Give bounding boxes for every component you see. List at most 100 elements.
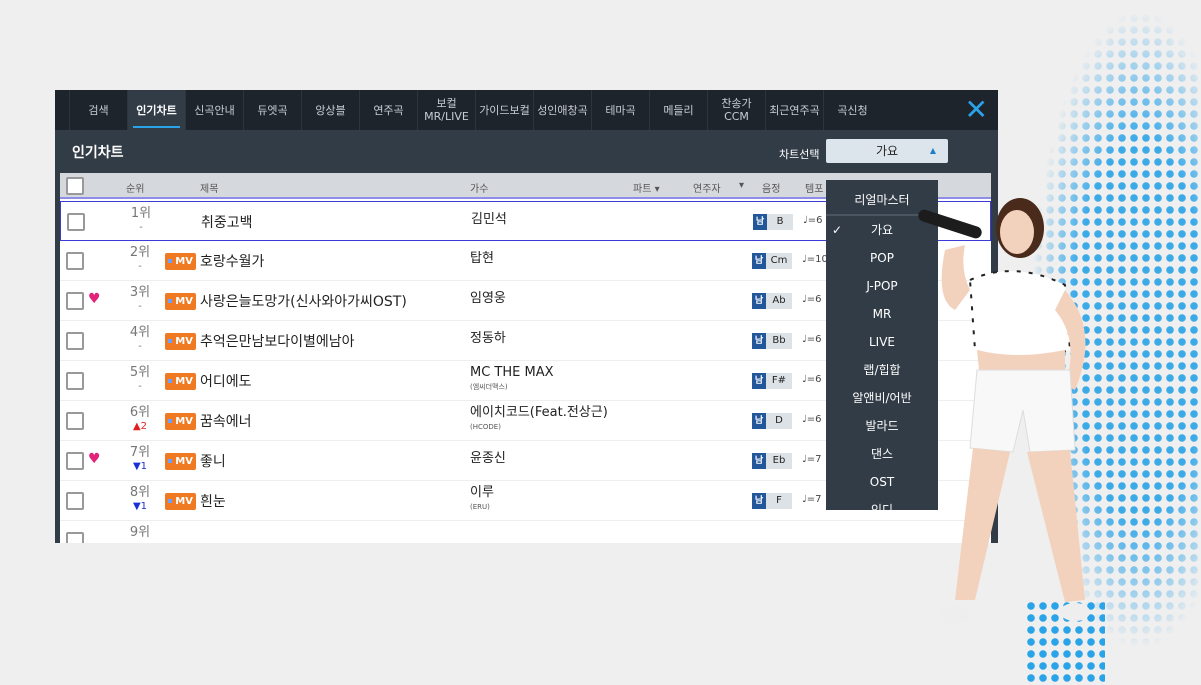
tab-2[interactable]: 신곡안내 <box>185 90 243 130</box>
dropdown-item-label: J-POP <box>866 279 898 293</box>
rank-change: ▼1 <box>132 461 148 472</box>
row-checkbox[interactable] <box>66 452 84 470</box>
song-title[interactable]: 사랑은늘도망가(신사와아가씨OST) <box>200 291 407 311</box>
dropdown-item-label: 랩/힙합 <box>863 363 901 377</box>
col-rank: 순위 <box>126 184 145 195</box>
song-title[interactable]: 꿈속에너 <box>200 411 252 431</box>
tempo: ♩=6 <box>802 334 822 345</box>
tab-6[interactable]: 보컬 MR/LIVE <box>417 90 475 130</box>
row-checkbox[interactable] <box>66 532 84 543</box>
row-checkbox[interactable] <box>67 213 85 231</box>
heart-icon[interactable]: ♥ <box>88 451 101 467</box>
rank: 4위 - <box>120 326 160 354</box>
rank: 2위 - <box>120 246 160 274</box>
key-badge: 남 Cm <box>752 253 792 269</box>
song-title[interactable]: 취중고백 <box>201 212 253 232</box>
tab-7[interactable]: 가이드보컬 <box>475 90 533 130</box>
rank: 5위 - <box>120 366 160 394</box>
tab-8[interactable]: 성인애창곡 <box>533 90 591 130</box>
dropdown-item-label: MR <box>872 307 892 321</box>
singer-name: MC THE MAX <box>470 365 554 380</box>
song-title[interactable]: 어디에도 <box>200 371 252 391</box>
song-title[interactable]: 추억은만남보다이별에남아 <box>200 331 355 351</box>
chevron-down-icon[interactable]: ▾ <box>739 180 744 191</box>
song-title[interactable]: 흰눈 <box>200 491 226 511</box>
song-title[interactable]: 좋니 <box>200 451 226 471</box>
gender-label: 남 <box>752 493 766 509</box>
page-title: 인기차트 <box>72 145 124 161</box>
tab-5[interactable]: 연주곡 <box>359 90 417 130</box>
tempo: ♩=6 <box>803 215 823 226</box>
part-filter[interactable]: 파트 ▾ <box>633 180 660 195</box>
mv-badge[interactable]: MV <box>165 493 196 510</box>
mv-badge[interactable]: MV <box>165 453 196 470</box>
top-nav: 검색 인기차트 신곡안내 듀엣곡 앙상블 연주곡 보컬 MR/LIVE 가이드보컬 성인애창곡 테… <box>55 90 998 130</box>
mv-badge[interactable]: MV <box>165 333 196 350</box>
dropdown-item-label: 알앤비/어반 <box>852 391 912 405</box>
chart-select-dropdown[interactable]: 가요 ▲ <box>826 139 948 163</box>
tab-0[interactable]: 검색 <box>69 90 127 130</box>
mv-badge[interactable]: MV <box>165 413 196 430</box>
rank: 9위 <box>120 526 160 540</box>
close-icon[interactable]: ✕ <box>965 96 988 124</box>
mv-badge[interactable]: MV <box>165 373 196 390</box>
key-label: B <box>767 214 793 230</box>
player-filter[interactable]: 연주자 <box>693 180 721 195</box>
dropdown-item-label: OST <box>869 475 895 489</box>
mv-badge[interactable]: MV <box>165 293 196 310</box>
table-row[interactable]: 9위 <box>60 521 991 543</box>
singer-name: 임영웅 <box>470 291 506 306</box>
tab-4[interactable]: 앙상블 <box>301 90 359 130</box>
rank-label: 5위 <box>129 365 151 380</box>
rank: 8위 ▼1 <box>120 486 160 514</box>
key-label: Cm <box>766 253 792 269</box>
chart-select-value: 가요 <box>875 144 899 158</box>
row-checkbox[interactable] <box>66 492 84 510</box>
select-all-checkbox[interactable] <box>66 177 84 195</box>
key-label: F <box>766 493 792 509</box>
tab-11[interactable]: 찬송가 CCM <box>707 90 765 130</box>
row-checkbox[interactable] <box>66 292 84 310</box>
tempo: ♩=10 <box>802 254 828 265</box>
tab-1[interactable]: 인기차트 <box>127 90 185 130</box>
key-badge: 남D <box>752 413 792 429</box>
song-title[interactable]: 호랑수월가 <box>200 251 264 271</box>
singer: 이루 (ERU) <box>470 485 494 515</box>
gender-label: 남 <box>752 293 766 309</box>
row-checkbox[interactable] <box>66 412 84 430</box>
tab-3[interactable]: 듀엣곡 <box>243 90 301 130</box>
rank-label: 2위 <box>129 245 151 260</box>
rank-change: ▼1 <box>132 501 148 512</box>
singer: 윤종신 <box>470 451 506 466</box>
mv-badge[interactable]: MV <box>165 253 196 270</box>
singer-name: 윤종신 <box>470 451 506 466</box>
col-title: 제목 <box>200 184 219 195</box>
key-badge: 남F <box>752 493 792 509</box>
heart-icon[interactable]: ♥ <box>88 291 101 307</box>
row-checkbox[interactable] <box>66 372 84 390</box>
gender-label: 남 <box>752 413 766 429</box>
row-checkbox[interactable] <box>66 252 84 270</box>
tab-13[interactable]: 곡신청 <box>823 90 881 130</box>
gender-label: 남 <box>752 253 766 269</box>
tab-12[interactable]: 최근연주곡 <box>765 90 823 130</box>
singer: 정동하 <box>470 331 506 346</box>
rank: 6위 ▲2 <box>120 406 160 434</box>
rank-label: 8위 <box>129 485 151 500</box>
row-checkbox[interactable] <box>66 332 84 350</box>
singer-name: 에이치코드(Feat.전상근) <box>470 405 608 420</box>
key-label: Ab <box>766 293 792 309</box>
rank-label: 7위 <box>129 445 151 460</box>
tempo: ♩=6 <box>802 414 822 425</box>
gender-label: 남 <box>752 333 766 349</box>
singer-sub: (HCODE) <box>470 423 501 431</box>
col-tempo: 템포 <box>805 184 824 195</box>
check-icon: ✓ <box>832 223 843 237</box>
tab-10[interactable]: 메들리 <box>649 90 707 130</box>
tab-9[interactable]: 테마곡 <box>591 90 649 130</box>
singer: 에이치코드(Feat.전상근) (HCODE) <box>470 405 608 435</box>
key-label: Eb <box>766 453 792 469</box>
gender-label: 남 <box>752 453 766 469</box>
singer-name: 정동하 <box>470 331 506 346</box>
dropdown-item-label: 발라드 <box>865 419 899 433</box>
